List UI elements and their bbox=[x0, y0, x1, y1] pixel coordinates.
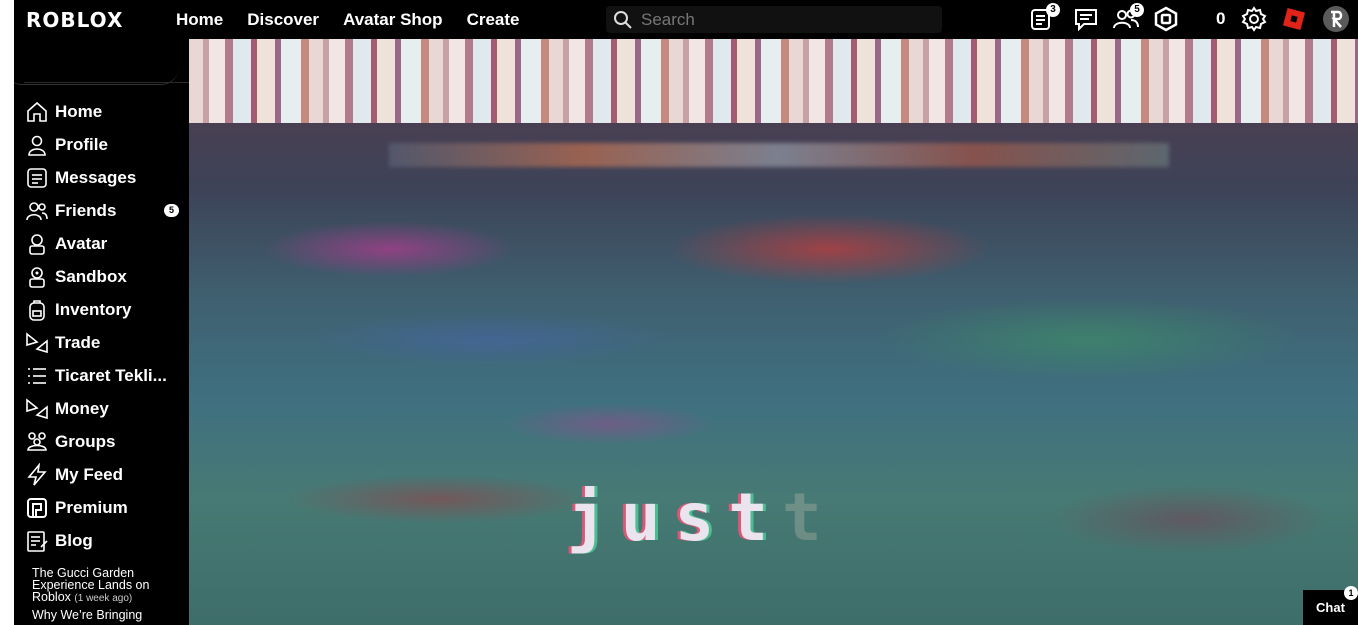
sandbox-icon bbox=[25, 265, 49, 289]
sidebar-item-label: Avatar bbox=[55, 233, 108, 253]
messages-icon bbox=[25, 166, 49, 190]
sidebar-item-label: Sandbox bbox=[55, 266, 127, 286]
inventory-icon bbox=[25, 298, 49, 322]
chat-label: Chat bbox=[1316, 600, 1345, 615]
sidebar-item-label: Premium bbox=[55, 497, 128, 517]
blog-post-link[interactable]: The Gucci Garden Experience Lands on Rob… bbox=[32, 567, 182, 605]
sidebar-item-label: Groups bbox=[55, 431, 116, 451]
friends-button[interactable]: 5 bbox=[1112, 3, 1144, 33]
feed-icon bbox=[25, 462, 49, 487]
hero-text: justt bbox=[567, 479, 836, 556]
nav-discover-link[interactable]: Discover bbox=[247, 10, 319, 30]
glitch-band bbox=[389, 143, 1169, 167]
nav-home-link[interactable]: Home bbox=[176, 10, 223, 30]
hero-word: just bbox=[567, 479, 782, 556]
top-navigation-bar: ROBLOX Home Discover Avatar Shop Create … bbox=[14, 0, 1358, 39]
sidebar-item-label: Messages bbox=[55, 167, 137, 187]
search-input[interactable] bbox=[639, 8, 923, 31]
friends-badge: 5 bbox=[1130, 3, 1144, 17]
profile-icon bbox=[25, 133, 49, 157]
money-icon bbox=[25, 397, 49, 421]
avatar-icon bbox=[25, 232, 49, 256]
sidebar-item-sandbox[interactable]: Sandbox bbox=[14, 260, 189, 293]
notifications-badge: 3 bbox=[1046, 3, 1060, 17]
sidebar-item-inventory[interactable]: Inventory bbox=[14, 293, 189, 326]
chat-messages-button[interactable] bbox=[1072, 5, 1100, 33]
sidebar-item-label: Ticaret Tekli... bbox=[55, 365, 167, 385]
blog-icon bbox=[25, 529, 49, 553]
chat-button[interactable]: Chat 1 bbox=[1303, 586, 1358, 625]
list-icon bbox=[25, 364, 49, 388]
left-sidebar: Home Profile Messages Friends 5 Avatar S… bbox=[14, 39, 189, 625]
sidebar-item-messages[interactable]: Messages bbox=[14, 161, 189, 194]
sidebar-item-friends[interactable]: Friends 5 bbox=[14, 194, 189, 227]
nav-create-link[interactable]: Create bbox=[467, 10, 520, 30]
account-avatar[interactable] bbox=[1322, 5, 1350, 33]
sidebar-item-label: Friends bbox=[55, 200, 117, 220]
sidebar-item-money[interactable]: Money bbox=[14, 392, 189, 425]
sidebar-item-label: Inventory bbox=[55, 299, 132, 319]
robux-balance: 0 bbox=[1216, 9, 1226, 28]
chat-icon bbox=[1075, 9, 1097, 32]
sidebar-item-label: My Feed bbox=[55, 464, 124, 484]
chat-badge: 1 bbox=[1344, 586, 1358, 600]
friends-count-badge: 5 bbox=[163, 204, 179, 217]
sidebar-item-premium[interactable]: Premium bbox=[14, 491, 189, 524]
sidebar-item-blog[interactable]: Blog bbox=[14, 524, 189, 557]
nav-avatar-shop-link[interactable]: Avatar Shop bbox=[343, 10, 443, 30]
premium-icon bbox=[25, 496, 49, 520]
sidebar-nav-list: Home Profile Messages Friends 5 Avatar S… bbox=[14, 95, 189, 557]
sidebar-item-home[interactable]: Home bbox=[14, 95, 189, 128]
sidebar-item-label: Money bbox=[55, 398, 109, 418]
blog-post-title: Why We’re Bringing bbox=[32, 608, 143, 622]
blog-post-age: (1 week ago) bbox=[74, 593, 133, 604]
home-icon bbox=[25, 100, 49, 124]
robux-icon bbox=[1154, 6, 1178, 32]
sidebar-item-profile[interactable]: Profile bbox=[14, 128, 189, 161]
sidebar-item-ticaret[interactable]: Ticaret Tekli... bbox=[14, 359, 189, 392]
avatar-icon bbox=[1323, 6, 1349, 32]
settings-button[interactable] bbox=[1240, 5, 1268, 33]
sidebar-divider bbox=[24, 82, 189, 83]
gear-icon bbox=[1241, 6, 1267, 32]
search-icon bbox=[614, 10, 632, 29]
blog-post-link[interactable]: Why We’re Bringing bbox=[32, 608, 182, 622]
sidebar-item-label: Home bbox=[55, 101, 103, 121]
groups-icon bbox=[25, 430, 49, 454]
search-box[interactable] bbox=[606, 6, 942, 33]
glitch-stripes bbox=[189, 39, 1358, 123]
sidebar-item-trade[interactable]: Trade bbox=[14, 326, 189, 359]
roblox-red-logo-button[interactable] bbox=[1280, 5, 1308, 33]
hero-banner: justt bbox=[189, 39, 1358, 625]
notifications-button[interactable]: 3 bbox=[1028, 3, 1060, 33]
roblox-logo[interactable]: ROBLOX bbox=[26, 8, 166, 32]
sidebar-item-groups[interactable]: Groups bbox=[14, 425, 189, 458]
sidebar-item-label: Trade bbox=[55, 332, 101, 352]
sidebar-item-label: Blog bbox=[55, 530, 93, 550]
roblox-logo-icon bbox=[1282, 7, 1306, 31]
hero-fade-letter: t bbox=[781, 479, 836, 556]
username-display[interactable] bbox=[14, 48, 179, 85]
sidebar-item-label: Profile bbox=[55, 134, 108, 154]
trade-icon bbox=[25, 331, 49, 355]
robux-button[interactable] bbox=[1152, 5, 1180, 33]
sidebar-item-my-feed[interactable]: My Feed bbox=[14, 458, 189, 491]
sidebar-item-avatar[interactable]: Avatar bbox=[14, 227, 189, 260]
friends-icon bbox=[25, 199, 49, 223]
